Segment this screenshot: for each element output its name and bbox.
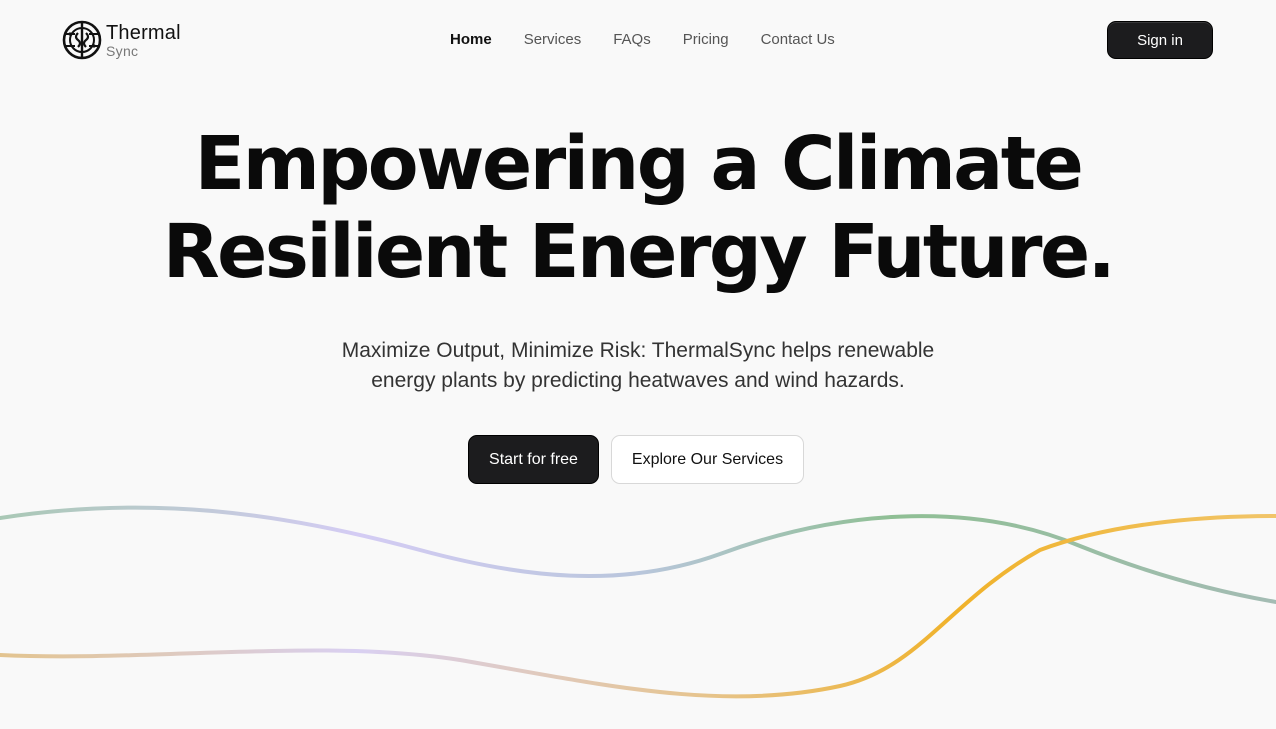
hero-title-line: Empowering a Climate	[194, 121, 1084, 207]
nav-item-pricing[interactable]: Pricing	[683, 31, 729, 49]
start-for-free-button[interactable]: Start for free	[468, 435, 599, 484]
nav-item-contact-us[interactable]: Contact Us	[761, 31, 835, 49]
main-nav: Home Services FAQs Pricing Contact Us	[450, 31, 867, 49]
landing-page: Thermal Sync Home Services FAQs Pricing …	[0, 0, 1276, 729]
thermalsync-logo-icon	[62, 20, 102, 60]
nav-item-services[interactable]: Services	[524, 31, 582, 49]
hero-subtitle-line: energy plants by predicting heatwaves an…	[371, 369, 905, 392]
hero-subtitle-line: Maximize Output, Minimize Risk: ThermalS…	[341, 339, 935, 362]
wave-line-upper	[0, 505, 1276, 604]
wave-line-lower	[0, 514, 1276, 699]
brand-logo[interactable]: Thermal Sync	[62, 20, 181, 60]
brand-name: Thermal	[106, 21, 181, 44]
nav-item-home[interactable]: Home	[450, 31, 492, 49]
nav-item-faqs[interactable]: FAQs	[613, 31, 651, 49]
sign-in-button[interactable]: Sign in	[1107, 21, 1213, 59]
hero-title: Empowering a Climate Resilient Energy Fu…	[0, 120, 1276, 296]
decorative-waves	[0, 505, 1276, 699]
brand-name-sub: Sync	[106, 42, 139, 59]
hero-title-line: Resilient Energy Future.	[162, 209, 1116, 295]
explore-services-button[interactable]: Explore Our Services	[611, 435, 804, 484]
hero-subtitle: Maximize Output, Minimize Risk: ThermalS…	[0, 336, 1276, 396]
